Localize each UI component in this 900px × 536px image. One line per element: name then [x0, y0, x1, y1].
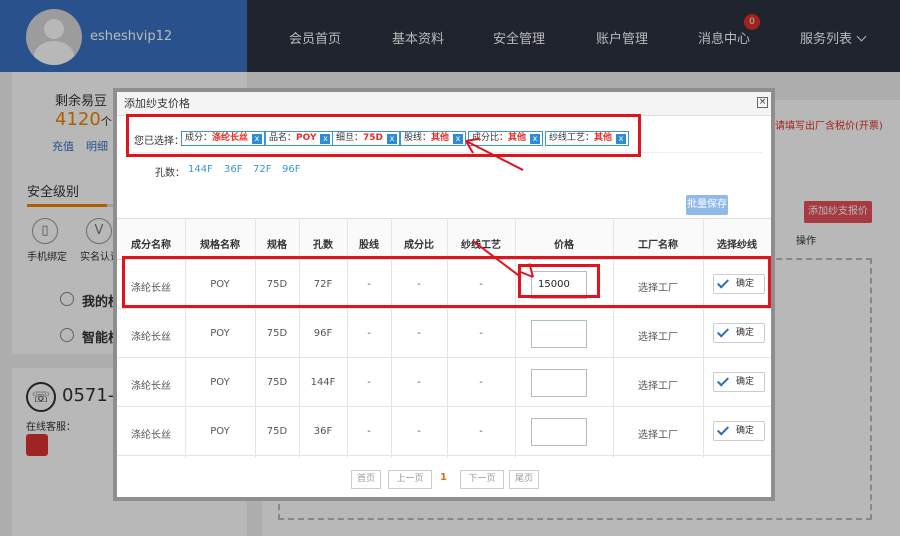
cell-ratio: - — [417, 328, 421, 339]
table-row: 涤纶长丝 POY 75D 36F - - - 选择工厂 确定 — [117, 408, 771, 456]
col-holes: 孔数 — [313, 240, 333, 251]
cell-spec-name: POY — [210, 426, 230, 437]
hole-option-36f[interactable]: 36F — [224, 164, 242, 175]
next-page-button[interactable]: 下一页 — [460, 470, 504, 489]
table-header: 成分名称 规格名称 规格 孔数 股线 成分比 纱线工艺 价格 工厂名称 选择纱线 — [117, 218, 771, 260]
cell-spec: 75D — [266, 328, 288, 339]
table-row: 涤纶长丝 POY 75D 144F - - - 选择工厂 确定 — [117, 359, 771, 407]
cell-ply: - — [367, 377, 371, 388]
cell-holes: 96F — [313, 328, 333, 339]
table-row: 涤纶长丝 POY 75D 96F - - - 选择工厂 确定 — [117, 310, 771, 358]
last-page-button[interactable]: 尾页 — [509, 470, 539, 489]
cell-process: - — [479, 426, 483, 437]
hole-option-72f[interactable]: 72F — [253, 164, 271, 175]
holes-label: 孔数： — [155, 168, 185, 179]
confirm-label: 确定 — [736, 426, 755, 436]
select-factory-link[interactable]: 选择工厂 — [613, 328, 703, 343]
cell-process: - — [479, 377, 483, 388]
cell-spec: 75D — [266, 377, 288, 388]
check-icon — [716, 325, 730, 338]
check-icon — [716, 423, 730, 436]
cell-process: - — [479, 328, 483, 339]
cell-composition: 涤纶长丝 — [131, 430, 171, 441]
dialog-title: 添加纱支价格 — [117, 92, 771, 116]
cell-composition: 涤纶长丝 — [131, 381, 171, 392]
confirm-label: 确定 — [736, 377, 755, 387]
col-spec: 规格 — [267, 240, 287, 251]
batch-save-button[interactable]: 批量保存 — [686, 195, 728, 215]
hole-option-144f[interactable]: 144F — [188, 164, 213, 175]
cell-holes: 144F — [310, 377, 336, 388]
confirm-button[interactable]: 确定 — [713, 323, 765, 343]
price-input[interactable] — [531, 320, 587, 348]
col-spec-name: 规格名称 — [200, 240, 240, 251]
col-price: 价格 — [554, 240, 574, 251]
confirm-label: 确定 — [736, 328, 755, 338]
cell-composition: 涤纶长丝 — [131, 332, 171, 343]
cell-spec-name: POY — [210, 377, 230, 388]
check-icon — [716, 374, 730, 387]
price-input[interactable] — [531, 418, 587, 446]
highlight-selected-filters — [126, 114, 641, 157]
col-composition: 成分名称 — [131, 240, 171, 251]
select-factory-link[interactable]: 选择工厂 — [613, 377, 703, 392]
col-ratio: 成分比 — [404, 240, 434, 251]
close-icon[interactable]: × — [757, 97, 768, 108]
cell-spec: 75D — [266, 426, 288, 437]
cell-spec-name: POY — [210, 328, 230, 339]
col-factory: 工厂名称 — [638, 240, 678, 251]
cell-ply: - — [367, 426, 371, 437]
confirm-button[interactable]: 确定 — [713, 372, 765, 392]
confirm-button[interactable]: 确定 — [713, 421, 765, 441]
col-select: 选择纱线 — [717, 240, 757, 251]
cell-ratio: - — [417, 426, 421, 437]
cell-ratio: - — [417, 377, 421, 388]
price-input[interactable] — [531, 369, 587, 397]
prev-page-button[interactable]: 上一页 — [388, 470, 432, 489]
current-page[interactable]: 1 — [440, 472, 447, 483]
col-ply: 股线 — [359, 240, 379, 251]
cell-ply: - — [367, 328, 371, 339]
select-factory-link[interactable]: 选择工厂 — [613, 426, 703, 441]
cell-holes: 36F — [313, 426, 333, 437]
hole-option-96f[interactable]: 96F — [282, 164, 300, 175]
first-page-button[interactable]: 首页 — [351, 470, 381, 489]
highlight-row — [122, 256, 771, 308]
